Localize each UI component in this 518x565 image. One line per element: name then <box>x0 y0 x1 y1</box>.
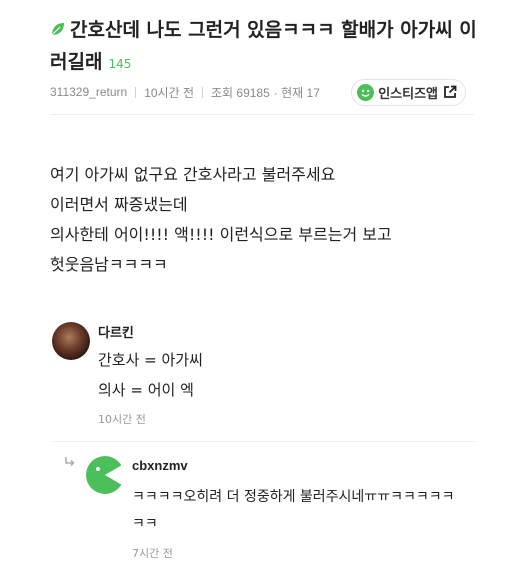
comment-divider <box>52 441 476 442</box>
comment-text-line: 의사 = 어이 엑 <box>98 381 194 399</box>
avatar[interactable] <box>52 322 90 360</box>
reply-arrow-icon <box>65 457 75 467</box>
view-count: 조회 69185 <box>211 85 270 100</box>
post-body-line: 헛웃음남ㅋㅋㅋㅋ <box>50 255 168 274</box>
comment-author[interactable]: cbxnzmv <box>132 458 188 473</box>
post-meta: 311329_return 10시간 전 조회 69185 · 현재 17 인스… <box>50 78 466 106</box>
comment-text: ㅋㅋㅋㅋ오히려 더 정중하게 불러주시네ㅠㅠㅋㅋㅋㅋㅋㅋㅋ <box>132 489 455 532</box>
instiz-app-label: 인스티즈앱 <box>378 85 438 101</box>
post-body-line: 의사한테 어이!!!! 액!!!! 이런식으로 부르는거 보고 <box>50 225 392 244</box>
leaf-icon <box>51 23 64 36</box>
author-name[interactable]: 311329_return <box>50 85 127 99</box>
post-title-row: 간호산데 나도 그런거 있음ㅋㅋㅋ 할배가 아가씨 이러길래 145 <box>50 14 490 80</box>
post-body-line: 이러면서 짜증냈는데 <box>50 195 188 214</box>
post-body: 여기 아가씨 없구요 간호사라고 불러주세요 이러면서 짜증냈는데 의사한테 어… <box>50 160 490 280</box>
post-body-line: 여기 아가씨 없구요 간호사라고 불러주세요 <box>50 165 336 184</box>
meta-divider <box>135 86 137 98</box>
header-divider <box>50 114 474 115</box>
comment-text-line: 간호사 = 아가씨 <box>98 351 203 369</box>
share-icon <box>444 85 457 98</box>
current-viewers: · 현재 17 <box>273 85 320 100</box>
comment-count[interactable]: 145 <box>108 57 131 71</box>
comment-time: 10시간 전 <box>98 413 146 426</box>
meta-divider <box>202 86 203 98</box>
instiz-app-button[interactable]: 인스티즈앱 <box>351 78 466 106</box>
comment-time: 7시간 전 <box>132 547 173 560</box>
post-time: 10시간 전 <box>144 85 194 100</box>
comment-author[interactable]: 다르킨 <box>98 322 134 341</box>
smile-icon <box>357 83 375 101</box>
avatar[interactable] <box>86 456 124 494</box>
